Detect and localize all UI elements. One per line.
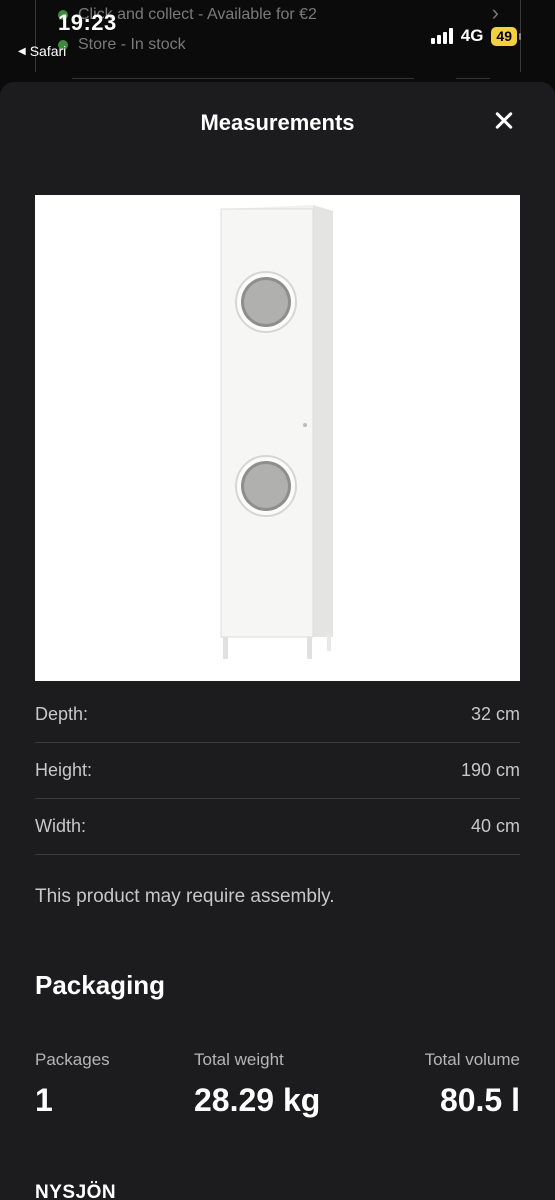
battery-icon: 49 — [491, 26, 521, 46]
status-time: 19:23 — [58, 10, 117, 35]
chevron-right-icon: › — [491, 0, 499, 25]
store-stock-text: Store - In stock — [78, 36, 186, 53]
cellular-signal-icon — [430, 28, 453, 44]
assembly-note: This product may require assembly. — [35, 886, 335, 907]
dimension-row-height: Height: 190 cm — [35, 743, 520, 799]
packaging-heading: Packaging — [35, 970, 166, 1000]
dimension-row-depth: Depth: 32 cm — [35, 687, 520, 743]
product-image — [35, 195, 520, 681]
packages-stat: Packages 1 — [35, 1050, 110, 1119]
divider — [72, 78, 414, 79]
total-volume-label: Total volume — [424, 1050, 520, 1069]
store-stock-row: Store - In stock — [58, 36, 186, 54]
dimension-label: Width: — [35, 816, 87, 836]
cabinet-illustration — [220, 205, 333, 659]
dimension-value: 32 cm — [470, 704, 520, 724]
packages-value: 1 — [35, 1082, 53, 1118]
total-volume-value: 80.5 l — [439, 1082, 520, 1118]
close-icon[interactable] — [489, 106, 519, 136]
total-volume-stat: Total volume 80.5 l — [425, 1050, 520, 1119]
divider — [456, 78, 490, 79]
back-label: Safari — [29, 43, 67, 59]
total-weight-stat: Total weight 28.29 kg — [194, 1050, 320, 1119]
dimension-label: Depth: — [35, 704, 89, 724]
back-to-safari[interactable]: ◀ Safari — [18, 43, 66, 59]
dimension-value: 40 cm — [470, 816, 520, 836]
sheet-title: Measurements — [200, 110, 355, 135]
total-weight-value: 28.29 kg — [194, 1082, 321, 1118]
back-triangle-icon: ◀ — [18, 45, 26, 57]
measurements-sheet: Measurements Depth: 32 cm Height: 190 cm… — [0, 82, 555, 1200]
network-type: 4G — [460, 26, 484, 45]
dimensions-list: Depth: 32 cm Height: 190 cm Width: 40 cm — [35, 687, 520, 855]
status-indicators: 4G 49 — [430, 26, 521, 46]
dimension-value: 190 cm — [460, 760, 520, 780]
total-weight-label: Total weight — [194, 1050, 284, 1069]
dimension-label: Height: — [35, 760, 93, 780]
packages-label: Packages — [35, 1050, 110, 1069]
dimension-row-width: Width: 40 cm — [35, 799, 520, 855]
product-name-heading: NYSJÖN — [35, 1182, 117, 1200]
